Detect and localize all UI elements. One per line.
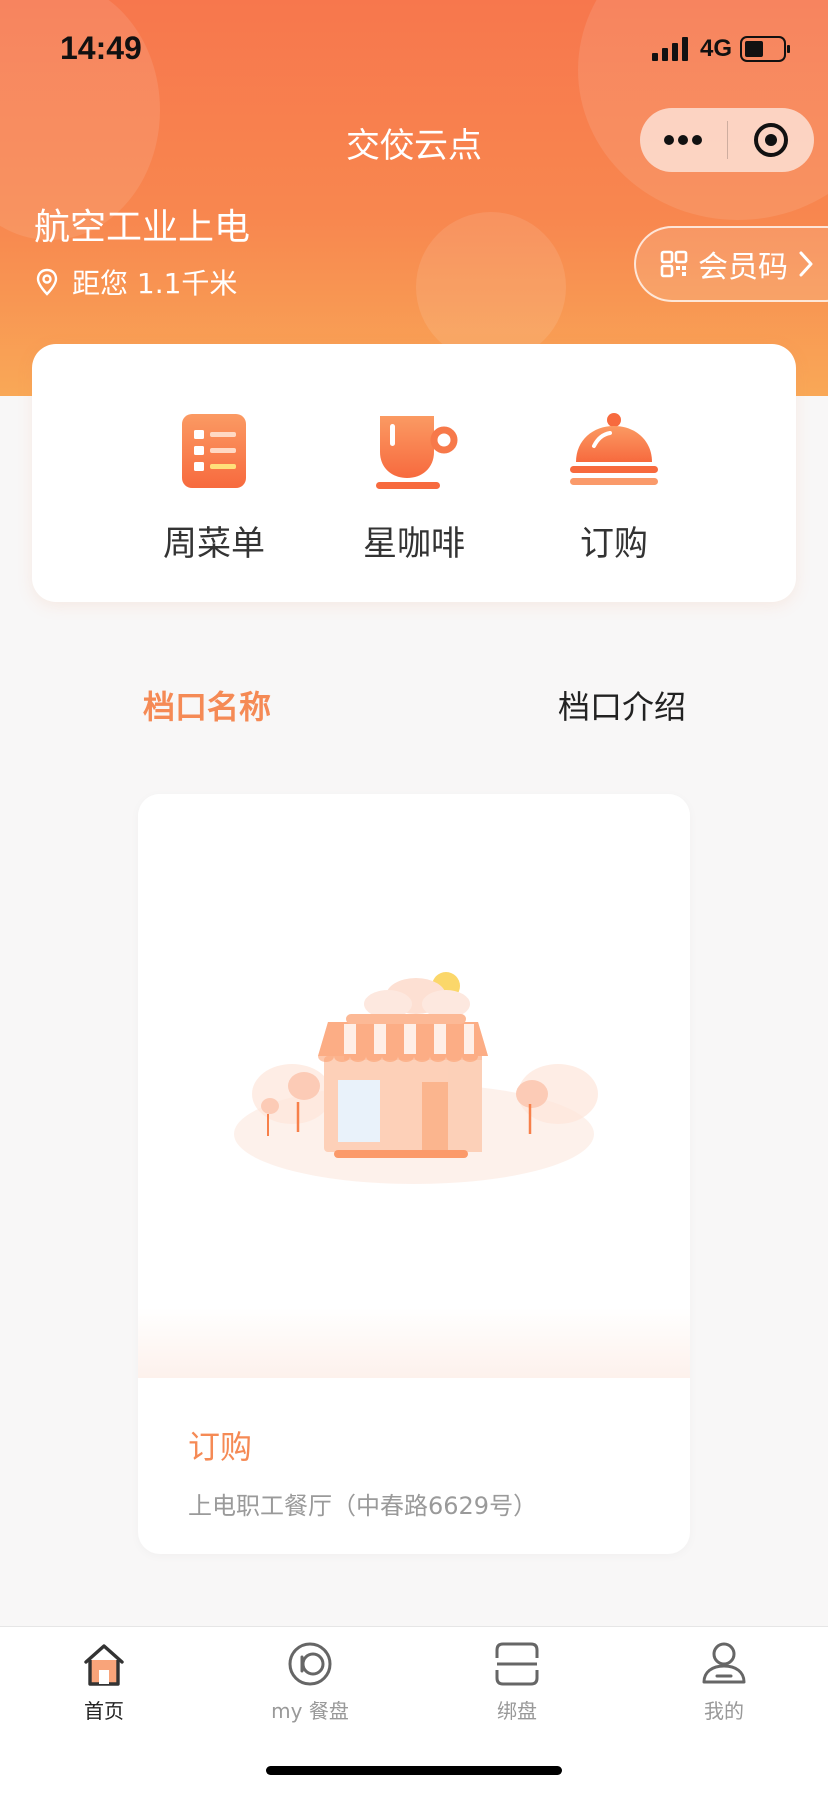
distance-text: 距您 1.1千米 (72, 267, 238, 300)
status-bar: 14:49 4G (0, 0, 828, 100)
tab-stall-intro[interactable]: 档口介绍 (558, 682, 686, 728)
food-cloche-icon (566, 406, 662, 500)
quick-actions-card: 周菜单 星咖啡 订购 (32, 344, 796, 602)
network-type: 4G (699, 35, 732, 62)
chevron-right-icon (799, 251, 813, 277)
home-indicator[interactable] (266, 1766, 562, 1775)
stall-address: 上电职工餐厅（中春路6629号） (188, 1492, 538, 1520)
member-code-label: 会员码 (698, 250, 788, 285)
quick-action-label: 星咖啡 (363, 524, 465, 564)
stall-title: 订购 (188, 1428, 253, 1466)
quick-action-label: 订购 (580, 524, 648, 564)
member-code-button[interactable]: 会员码 (634, 226, 828, 302)
tab-stall-name[interactable]: 档口名称 (143, 682, 271, 728)
store-name[interactable]: 航空工业上电 (34, 198, 250, 250)
home-icon (34, 1637, 174, 1691)
tab-label: 绑盘 (497, 1699, 537, 1723)
battery-icon (740, 36, 790, 62)
coffee-cup-icon (366, 406, 462, 500)
tab-home[interactable]: 首页 (34, 1637, 174, 1724)
tab-label: 首页 (84, 1699, 124, 1723)
location-pin-icon (36, 268, 58, 296)
stall-card[interactable]: 订购 上电职工餐厅（中春路6629号） (138, 794, 690, 1554)
status-time: 14:49 (60, 30, 142, 66)
quick-action-order[interactable]: 订购 (514, 344, 714, 602)
quick-action-label: 周菜单 (163, 524, 265, 564)
menu-list-icon (174, 406, 254, 500)
scan-bind-icon (447, 1637, 587, 1691)
tab-bind-plate[interactable]: 绑盘 (447, 1637, 587, 1724)
signal-icon (651, 37, 688, 61)
quick-action-star-coffee[interactable]: 星咖啡 (314, 344, 514, 602)
user-icon (654, 1637, 794, 1691)
tab-mine[interactable]: 我的 (654, 1637, 794, 1724)
quick-action-weekly-menu[interactable]: 周菜单 (114, 344, 314, 602)
qr-code-icon (660, 250, 688, 278)
tab-label: 我的 (704, 1699, 744, 1723)
store-distance: 距您 1.1千米 (36, 262, 237, 302)
tab-my-plate[interactable]: my 餐盘 (240, 1637, 380, 1724)
page-title: 交佼云点 (346, 126, 482, 166)
tab-label: my 餐盘 (271, 1699, 349, 1723)
status-indicators: 4G (651, 34, 792, 64)
decor-bubble (416, 212, 566, 362)
plate-icon (240, 1637, 380, 1691)
storefront-illustration (138, 794, 690, 1378)
